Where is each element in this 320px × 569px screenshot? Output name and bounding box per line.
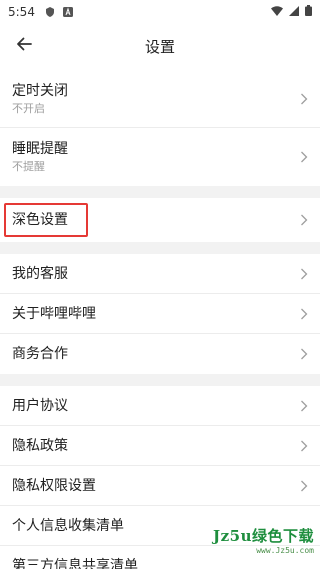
watermark-brand: Jz5u绿色下载 xyxy=(213,527,314,545)
setting-row-business[interactable]: 商务合作 xyxy=(0,334,320,374)
battery-icon xyxy=(305,5,312,19)
setting-label: 用户协议 xyxy=(12,397,68,414)
group-separator xyxy=(0,374,320,386)
setting-row-privacy-policy[interactable]: 隐私政策 xyxy=(0,426,320,466)
status-time: 5:54 xyxy=(8,5,35,19)
chevron-right-icon xyxy=(301,93,308,104)
chevron-right-icon xyxy=(301,151,308,163)
setting-label: 隐私权限设置 xyxy=(12,477,96,494)
setting-label: 深色设置 xyxy=(12,212,68,228)
setting-value: 不提醒 xyxy=(12,160,45,173)
setting-label: 隐私政策 xyxy=(12,437,68,454)
setting-value: 不开启 xyxy=(12,101,45,115)
group-separator xyxy=(0,186,320,198)
watermark-logo: Jz5u绿色下载 www.Jz5u.com xyxy=(196,525,314,565)
group-separator xyxy=(0,242,320,254)
chevron-right-icon xyxy=(301,480,308,491)
settings-list: 定时关闭 不开启 睡眠提醒 不提醒 深色设置 我的客服 关于哔哩哔哩 商务合作 … xyxy=(0,70,320,569)
chevron-right-icon xyxy=(301,440,308,451)
setting-row-sleep-reminder[interactable]: 睡眠提醒 不提醒 xyxy=(0,128,320,186)
signal-icon xyxy=(289,5,299,19)
wifi-icon xyxy=(271,5,283,19)
status-right xyxy=(271,5,312,19)
setting-label: 我的客服 xyxy=(12,265,68,282)
chevron-right-icon xyxy=(301,268,308,279)
chevron-right-icon xyxy=(301,400,308,411)
setting-row-user-agreement[interactable]: 用户协议 xyxy=(0,386,320,426)
chevron-right-icon xyxy=(301,308,308,319)
setting-label: 商务合作 xyxy=(12,346,68,362)
back-button[interactable] xyxy=(8,30,40,62)
chevron-right-icon xyxy=(301,214,308,226)
setting-label: 睡眠提醒 xyxy=(12,141,68,157)
setting-row-customer-service[interactable]: 我的客服 xyxy=(0,254,320,294)
shield-icon xyxy=(45,7,55,17)
arrow-left-icon xyxy=(15,35,33,57)
setting-label: 关于哔哩哔哩 xyxy=(12,305,96,322)
setting-row-dark-mode[interactable]: 深色设置 xyxy=(0,198,320,242)
notification-a-icon xyxy=(62,7,73,17)
setting-row-privacy-permissions[interactable]: 隐私权限设置 xyxy=(0,466,320,506)
chevron-right-icon xyxy=(301,348,308,360)
app-bar: 设置 xyxy=(0,24,320,68)
watermark-url: www.Jz5u.com xyxy=(256,546,314,555)
setting-row-about[interactable]: 关于哔哩哔哩 xyxy=(0,294,320,334)
page-title: 设置 xyxy=(144,37,175,56)
setting-label: 定时关闭 xyxy=(12,82,68,99)
setting-row-timer-close[interactable]: 定时关闭 不开启 xyxy=(0,70,320,128)
status-bar: 5:54 xyxy=(0,0,320,24)
